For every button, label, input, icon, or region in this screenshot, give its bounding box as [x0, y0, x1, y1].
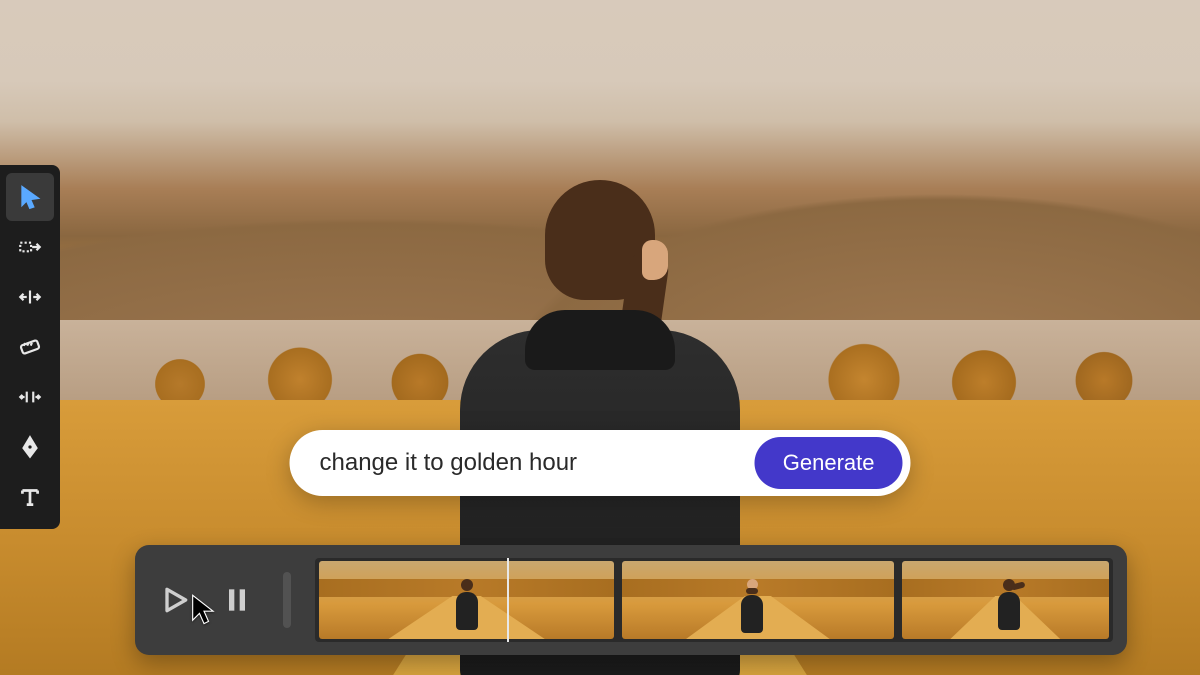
- play-button[interactable]: [153, 578, 197, 622]
- selection-arrow-icon: [17, 184, 43, 210]
- video-canvas: Generate: [0, 0, 1200, 675]
- razor-tool[interactable]: [6, 323, 54, 371]
- pen-tool[interactable]: [6, 423, 54, 471]
- timeline-clip[interactable]: [622, 561, 893, 639]
- pen-icon: [17, 434, 43, 460]
- generate-button[interactable]: Generate: [755, 437, 903, 489]
- ripple-edit-icon: [17, 284, 43, 310]
- slip-icon: [17, 384, 43, 410]
- pause-icon: [221, 584, 253, 616]
- play-icon: [159, 584, 191, 616]
- selection-tool[interactable]: [6, 173, 54, 221]
- type-icon: [17, 484, 43, 510]
- generative-prompt-bar: Generate: [290, 430, 911, 496]
- timeline-panel: [135, 545, 1127, 655]
- slip-tool[interactable]: [6, 373, 54, 421]
- timeline-clip[interactable]: [319, 561, 614, 639]
- pause-button[interactable]: [215, 578, 259, 622]
- clip-track[interactable]: [315, 558, 1113, 642]
- razor-icon: [17, 334, 43, 360]
- type-tool[interactable]: [6, 473, 54, 521]
- track-select-icon: [17, 234, 43, 260]
- track-select-forward-tool[interactable]: [6, 223, 54, 271]
- playhead[interactable]: [507, 558, 509, 642]
- tools-panel: [0, 165, 60, 529]
- timeline-clip[interactable]: [902, 561, 1109, 639]
- prompt-input[interactable]: [318, 448, 755, 478]
- timeline-divider: [283, 572, 291, 628]
- ripple-edit-tool[interactable]: [6, 273, 54, 321]
